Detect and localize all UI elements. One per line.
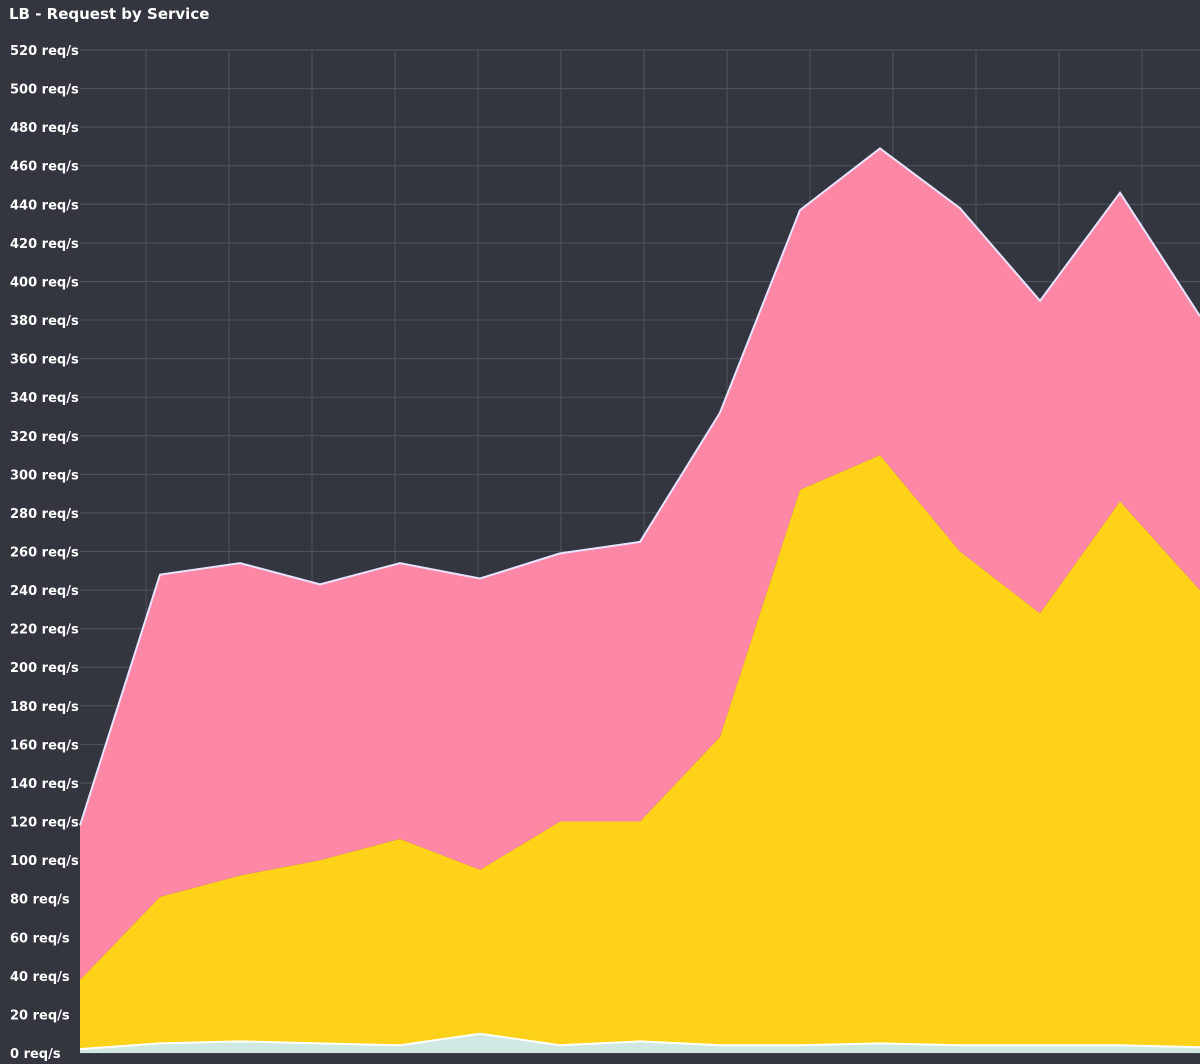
- y-tick-label: 180 req/s: [10, 700, 79, 715]
- y-tick-label: 20 req/s: [10, 1008, 70, 1023]
- stacked-areas: [79, 147, 1200, 1053]
- y-tick-label: 460 req/s: [10, 160, 79, 175]
- y-tick-label: 0 req/s: [10, 1047, 61, 1062]
- y-tick-label: 220 req/s: [10, 623, 79, 638]
- y-tick-label: 440 req/s: [10, 198, 79, 213]
- y-tick-label: 520 req/s: [10, 44, 79, 59]
- y-tick-label: 340 req/s: [10, 391, 79, 406]
- y-tick-label: 400 req/s: [10, 275, 79, 290]
- y-tick-label: 140 req/s: [10, 777, 79, 792]
- chart-panel: LB - Request by Service 0 req/s 20 req/s 4…: [0, 0, 1200, 1064]
- y-tick-label: 320 req/s: [10, 430, 79, 445]
- y-tick-label: 40 req/s: [10, 970, 70, 985]
- y-tick-label: 280 req/s: [10, 507, 79, 522]
- y-tick-label: 60 req/s: [10, 931, 70, 946]
- y-tick-label: 240 req/s: [10, 584, 79, 599]
- y-axis-tick-labels: 0 req/s 20 req/s 40 req/s 60 req/s 80 req/s 1…: [10, 44, 79, 1062]
- y-tick-label: 200 req/s: [10, 661, 79, 676]
- y-tick-label: 120 req/s: [10, 816, 79, 831]
- y-tick-label: 480 req/s: [10, 121, 79, 136]
- y-tick-label: 360 req/s: [10, 353, 79, 368]
- y-tick-label: 500 req/s: [10, 83, 79, 98]
- y-tick-label: 100 req/s: [10, 854, 79, 869]
- y-tick-label: 420 req/s: [10, 237, 79, 252]
- y-tick-label: 380 req/s: [10, 314, 79, 329]
- y-tick-label: 160 req/s: [10, 738, 79, 753]
- y-tick-label: 300 req/s: [10, 468, 79, 483]
- area-chart: 0 req/s 20 req/s 40 req/s 60 req/s 80 req/s 1…: [10, 44, 1200, 1062]
- y-tick-label: 80 req/s: [10, 893, 70, 908]
- y-tick-label: 260 req/s: [10, 546, 79, 561]
